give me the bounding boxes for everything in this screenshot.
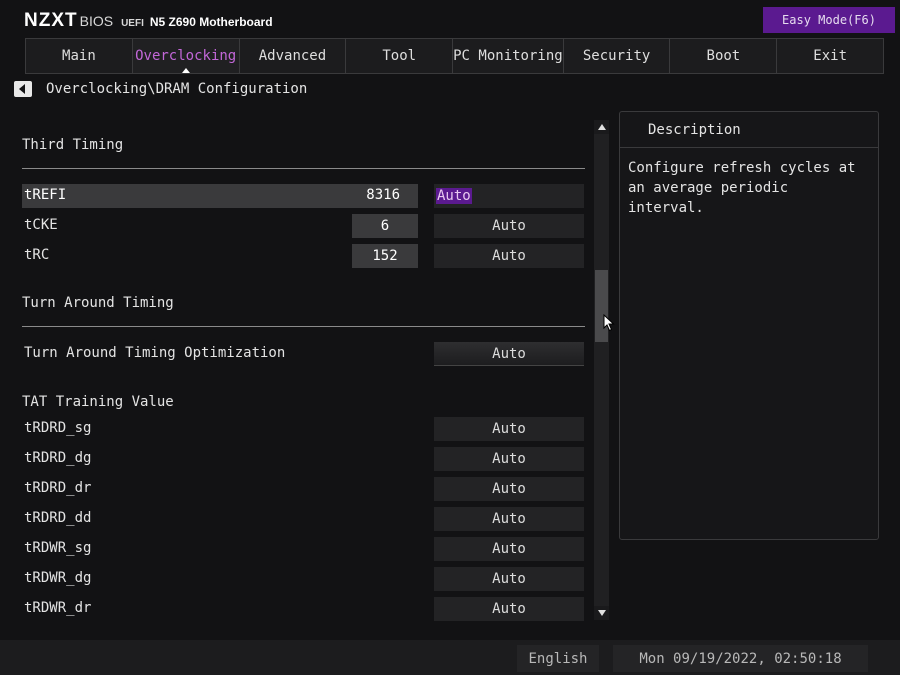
setting-label: tRDRD_sg: [24, 420, 92, 436]
trdwr-dg-mode-select[interactable]: Auto: [434, 567, 584, 591]
divider: [22, 326, 585, 327]
trefi-value[interactable]: 8316: [352, 187, 400, 203]
selected-text: Auto: [436, 188, 472, 204]
description-title: Description: [620, 112, 878, 148]
setting-label: tRDRD_dd: [24, 510, 92, 526]
scroll-down-button[interactable]: [594, 606, 609, 620]
scrollbar[interactable]: [594, 120, 609, 620]
setting-label: Turn Around Timing Optimization: [24, 345, 286, 361]
trdwr-dr-mode-select[interactable]: Auto: [434, 597, 584, 621]
mouse-pointer-icon: [603, 314, 615, 332]
date-time: Mon 09/19/2022, 02:50:18: [613, 645, 868, 672]
tab-boot[interactable]: Boot: [669, 38, 778, 74]
top-bar: NZXT BIOS UEFI N5 Z690 Motherboard Easy …: [0, 0, 900, 38]
tab-advanced[interactable]: Advanced: [238, 38, 347, 74]
setting-row-trdrd-dg: tRDRD_dg Auto: [22, 447, 585, 471]
tab-pc-monitoring[interactable]: PC Monitoring: [452, 38, 564, 74]
setting-row-trdrd-dd: tRDRD_dd Auto: [22, 507, 585, 531]
setting-label: tRDWR_dg: [24, 570, 92, 586]
section-third-timing: Third Timing: [22, 137, 124, 153]
trdrd-sg-mode-select[interactable]: Auto: [434, 417, 584, 441]
breadcrumb-text: Overclocking\DRAM Configuration: [46, 81, 308, 97]
triangle-left-icon: [19, 84, 25, 94]
description-panel: Description Configure refresh cycles at …: [619, 111, 879, 540]
brand-bios: BIOS: [79, 13, 114, 29]
setting-label: tRDRD_dr: [24, 480, 92, 496]
trc-value-input[interactable]: 152: [352, 244, 418, 268]
triangle-up-icon: [597, 124, 606, 130]
main-tabs: Main Overclocking Advanced Tool PC Monit…: [25, 38, 885, 74]
divider: [22, 168, 585, 169]
description-text: Configure refresh cycles at an average p…: [628, 160, 856, 216]
trdwr-sg-mode-select[interactable]: Auto: [434, 537, 584, 561]
trdrd-dg-mode-select[interactable]: Auto: [434, 447, 584, 471]
breadcrumb: Overclocking\DRAM Configuration: [14, 80, 307, 98]
tab-security[interactable]: Security: [562, 38, 671, 74]
settings-list: Third Timing tREFI 8316 Auto tCKE 6 Auto…: [0, 110, 600, 630]
trc-mode-select[interactable]: Auto: [434, 244, 584, 268]
setting-row-trdwr-dr: tRDWR_dr Auto: [22, 597, 585, 621]
setting-row-trc: tRC 152 Auto: [22, 244, 585, 268]
easy-mode-button[interactable]: Easy Mode(F6): [763, 7, 895, 33]
triangle-down-icon: [597, 610, 606, 616]
setting-label: tRDRD_dg: [24, 450, 92, 466]
setting-row-trdrd-sg: tRDRD_sg Auto: [22, 417, 585, 441]
setting-label: tCKE: [24, 217, 58, 233]
setting-row-trdrd-dr: tRDRD_dr Auto: [22, 477, 585, 501]
setting-label: tRC: [24, 247, 50, 263]
setting-row-trdwr-dg: tRDWR_dg Auto: [22, 567, 585, 591]
setting-label: tRDWR_dr: [24, 600, 92, 616]
scroll-up-button[interactable]: [594, 120, 609, 134]
setting-row-trdwr-sg: tRDWR_sg Auto: [22, 537, 585, 561]
setting-row-tcke: tCKE 6 Auto: [22, 214, 585, 238]
language-selector[interactable]: English: [517, 645, 599, 672]
tab-exit[interactable]: Exit: [776, 38, 885, 74]
brand: NZXT BIOS UEFI N5 Z690 Motherboard: [24, 10, 273, 32]
brand-logo: NZXT: [24, 10, 78, 31]
trefi-mode-select[interactable]: Auto: [434, 184, 584, 208]
brand-model: N5 Z690 Motherboard: [149, 15, 273, 29]
back-button[interactable]: [14, 81, 32, 97]
turn-around-mode-select[interactable]: Auto: [434, 342, 584, 366]
tcke-value-input[interactable]: 6: [352, 214, 418, 238]
section-tat-training-value: TAT Training Value: [22, 394, 174, 410]
brand-uefi: UEFI: [121, 18, 144, 29]
setting-label: tRDWR_sg: [24, 540, 92, 556]
tab-tool[interactable]: Tool: [345, 38, 454, 74]
trdrd-dd-mode-select[interactable]: Auto: [434, 507, 584, 531]
setting-row-trefi[interactable]: tREFI 8316 Auto: [22, 184, 585, 208]
tab-main[interactable]: Main: [25, 38, 133, 74]
setting-label: tREFI: [24, 187, 67, 203]
tab-overclocking[interactable]: Overclocking: [131, 38, 240, 74]
section-turn-around-timing: Turn Around Timing: [22, 295, 174, 311]
tcke-mode-select[interactable]: Auto: [434, 214, 584, 238]
trdrd-dr-mode-select[interactable]: Auto: [434, 477, 584, 501]
status-bar: English Mon 09/19/2022, 02:50:18: [0, 640, 900, 675]
setting-row-turn-around-optimization: Turn Around Timing Optimization Auto: [22, 342, 585, 366]
